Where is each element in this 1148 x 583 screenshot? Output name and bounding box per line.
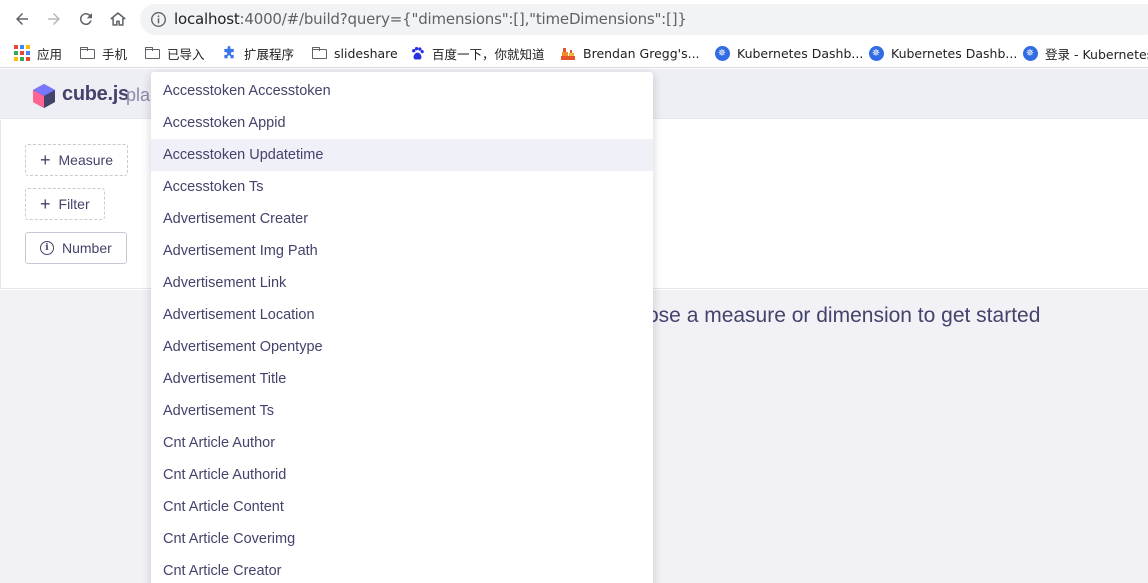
dropdown-item[interactable]: Advertisement Creater [151,203,653,235]
bookmark-label: Brendan Gregg's... [583,45,700,61]
apps-grid-icon [14,45,30,61]
logo-text: cube.js [62,83,129,105]
address-bar[interactable]: localhost:4000/#/build?query={"dimension… [140,4,1148,35]
dropdown-item-highlighted[interactable]: Accesstoken Updatetime [151,139,653,171]
cubejs-logo-icon[interactable] [32,83,56,109]
bookmark-label: 扩展程序 [244,46,295,62]
bookmark-label: slideshare [334,45,398,61]
back-arrow-icon[interactable] [11,8,33,30]
dropdown-item[interactable]: Advertisement Link [151,267,653,299]
bookmark-baidu[interactable]: 百度一下，你就知道 [409,44,545,62]
home-icon[interactable] [107,8,129,30]
dropdown-item[interactable]: Cnt Article Creator [151,555,653,583]
dropdown-item[interactable]: Advertisement Title [151,363,653,395]
url-path: :4000/#/build?query={"dimensions":[],"ti… [239,10,687,28]
logo-subtitle: pla [126,85,151,105]
puzzle-icon [221,45,237,61]
dropdown-item[interactable]: Accesstoken Appid [151,107,653,139]
bookmark-folder[interactable]: 手机 [79,44,127,62]
bookmark-label: 已导入 [167,46,205,62]
info-circle-icon: i [40,241,54,255]
bookmark-folder[interactable]: slideshare [311,44,398,62]
plus-icon: + [40,194,51,214]
dimension-dropdown-menu: Accesstoken Accesstoken Accesstoken Appi… [151,72,653,583]
add-filter-button[interactable]: + Filter [25,188,105,220]
bookmark-label: Kubernetes Dashb... [891,45,1018,61]
browser-toolbar: localhost:4000/#/build?query={"dimension… [0,0,1148,38]
bookmark-kubernetes[interactable]: ✵ Kubernetes Dashb... [714,44,863,62]
bookmark-folder[interactable]: 已导入 [144,44,205,62]
bookmarks-bar: 应用 手机 已导入 扩展程序 slideshare 百度一下，你就知道 Bren… [0,38,1148,68]
measure-label: Measure [58,152,113,168]
url-text: localhost:4000/#/build?query={"dimension… [174,10,687,28]
baidu-paw-icon [409,45,425,61]
bookmark-kubernetes[interactable]: ✵ 登录 - Kubernetes [1022,44,1148,62]
forward-arrow-icon[interactable] [43,8,65,30]
bookmark-label: 应用 [37,46,63,62]
folder-icon [144,45,160,61]
bookmark-kubernetes[interactable]: ✵ Kubernetes Dashb... [868,44,1017,62]
dropdown-item[interactable]: Cnt Article Author [151,427,653,459]
plus-icon: + [40,150,51,170]
empty-state-hint: ose a measure or dimension to get starte… [647,304,1041,327]
dropdown-item[interactable]: Accesstoken Ts [151,171,653,203]
bookmark-label: Kubernetes Dashb... [737,45,864,61]
kubernetes-icon: ✵ [714,45,730,61]
dropdown-item[interactable]: Cnt Article Content [151,491,653,523]
bookmark-apps[interactable]: 应用 [14,44,62,62]
dropdown-item[interactable]: Accesstoken Accesstoken [151,75,653,107]
number-label: Number [62,240,112,256]
add-measure-button[interactable]: + Measure [25,144,128,176]
bookmark-label: 百度一下，你就知道 [432,46,545,62]
bookmark-brendan-gregg[interactable]: Brendan Gregg's... [560,44,700,62]
bookmark-label: 登录 - Kubernetes [1045,46,1148,62]
filter-label: Filter [58,196,90,212]
info-icon[interactable] [150,11,167,28]
reload-icon[interactable] [75,8,97,30]
kubernetes-icon: ✵ [1022,45,1038,61]
dropdown-item[interactable]: Advertisement Opentype [151,331,653,363]
chart-type-button[interactable]: i Number [25,232,127,264]
kubernetes-icon: ✵ [868,45,884,61]
dropdown-item[interactable]: Advertisement Location [151,299,653,331]
dropdown-item[interactable]: Advertisement Img Path [151,235,653,267]
dropdown-item[interactable]: Advertisement Ts [151,395,653,427]
bookmark-label: 手机 [102,46,128,62]
folder-icon [311,45,327,61]
flame-icon [560,45,576,61]
folder-icon [79,45,95,61]
dropdown-item[interactable]: Cnt Article Coverimg [151,523,653,555]
bookmark-extensions[interactable]: 扩展程序 [221,44,294,62]
dropdown-item[interactable]: Cnt Article Authorid [151,459,653,491]
url-host: localhost [174,10,240,28]
